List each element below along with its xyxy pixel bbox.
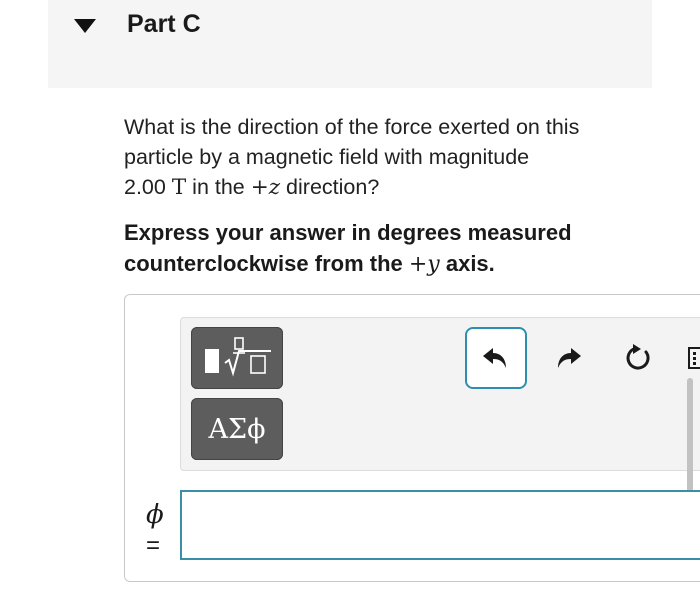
- reset-button[interactable]: [618, 340, 658, 376]
- fraction-sqrt-template-icon: [205, 337, 271, 377]
- templates-button[interactable]: [191, 327, 283, 389]
- redo-button[interactable]: [548, 340, 588, 376]
- reference-axis: +y: [408, 252, 440, 277]
- greek-symbols-button[interactable]: ΑΣϕ: [191, 398, 283, 460]
- keyboard-button[interactable]: [688, 344, 700, 372]
- answer-input[interactable]: [180, 490, 700, 560]
- question-line-2: particle by a magnetic field with magnit…: [124, 145, 530, 169]
- instruction-line-2-end: axis.: [439, 251, 495, 276]
- field-direction: +z: [250, 175, 281, 200]
- keyboard-icon: [688, 347, 700, 369]
- field-magnitude: 2.00: [124, 175, 166, 199]
- equals-sign: =: [146, 532, 161, 559]
- instruction-line-2: counterclockwise from the: [124, 251, 409, 276]
- question-end: direction?: [280, 175, 380, 199]
- reset-icon: [626, 344, 650, 370]
- question-text: What is the direction of the force exert…: [124, 112, 664, 203]
- instruction-line-1: Express your answer in degrees measured: [124, 220, 572, 245]
- undo-button[interactable]: [465, 327, 527, 389]
- field-unit: T: [171, 175, 187, 200]
- question-line-1: What is the direction of the force exert…: [124, 115, 580, 139]
- undo-icon: [483, 348, 506, 368]
- part-title: Part C: [127, 10, 201, 38]
- answer-variable: ϕ: [146, 500, 164, 530]
- redo-icon: [558, 348, 581, 368]
- question-mid: in the: [186, 175, 251, 199]
- triangle-down-icon[interactable]: [74, 19, 96, 33]
- answer-instruction: Express your answer in degrees measured …: [124, 217, 684, 280]
